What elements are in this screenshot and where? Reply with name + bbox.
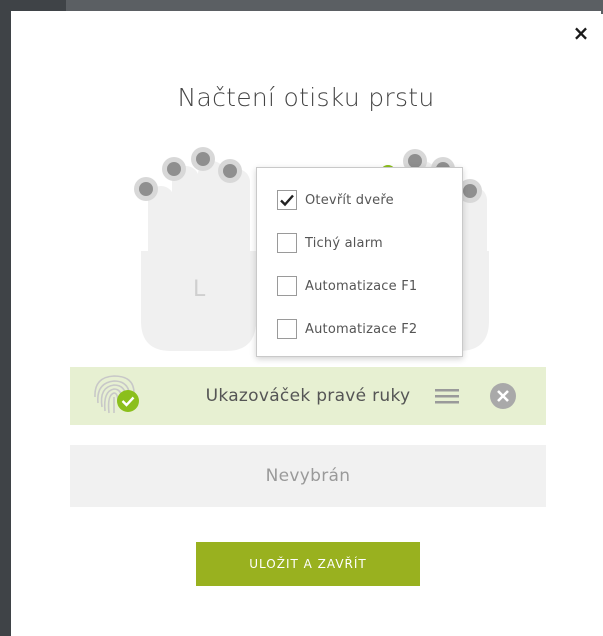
menu-item-label: Automatizace F2 xyxy=(305,321,418,337)
checkbox-automation-f1[interactable] xyxy=(277,276,297,296)
action-menu: Otevřít dveře Tichý alarm Automatizace F… xyxy=(256,167,463,357)
not-selected-label: Nevybrán xyxy=(265,466,351,486)
menu-item-silent-alarm[interactable]: Tichý alarm xyxy=(277,231,383,255)
checkbox-open-door[interactable] xyxy=(277,190,297,210)
remove-finger-icon[interactable] xyxy=(488,381,518,411)
menu-item-label: Tichý alarm xyxy=(305,235,383,251)
hamburger-menu-icon[interactable] xyxy=(435,387,459,405)
selected-finger-row: Ukazováček pravé ruky xyxy=(70,367,546,425)
close-icon: × xyxy=(572,21,590,45)
unselected-finger-row[interactable]: Nevybrán xyxy=(70,445,546,507)
close-button[interactable]: × xyxy=(569,21,593,45)
dialog-title: Načtení otisku prstu xyxy=(177,83,435,112)
checkmark-icon xyxy=(280,194,294,207)
checkbox-automation-f2[interactable] xyxy=(277,319,297,339)
left-hand-letter: L xyxy=(193,277,206,302)
checkbox-silent-alarm[interactable] xyxy=(277,233,297,253)
menu-item-open-door[interactable]: Otevřít dveře xyxy=(277,188,394,212)
menu-item-automation-f1[interactable]: Automatizace F1 xyxy=(277,274,417,298)
fingerprint-dialog: × Načtení otisku prstu L Otevřít dveře T… xyxy=(11,11,601,636)
menu-item-label: Automatizace F1 xyxy=(305,278,418,294)
save-and-close-button[interactable]: ULOŽIT A ZAVŘÍT xyxy=(196,542,420,586)
background-left-bar xyxy=(0,0,11,636)
menu-item-label: Otevřít dveře xyxy=(305,192,394,208)
finger-name-label: Ukazováček pravé ruky xyxy=(205,386,411,406)
menu-item-automation-f2[interactable]: Automatizace F2 xyxy=(277,317,417,341)
